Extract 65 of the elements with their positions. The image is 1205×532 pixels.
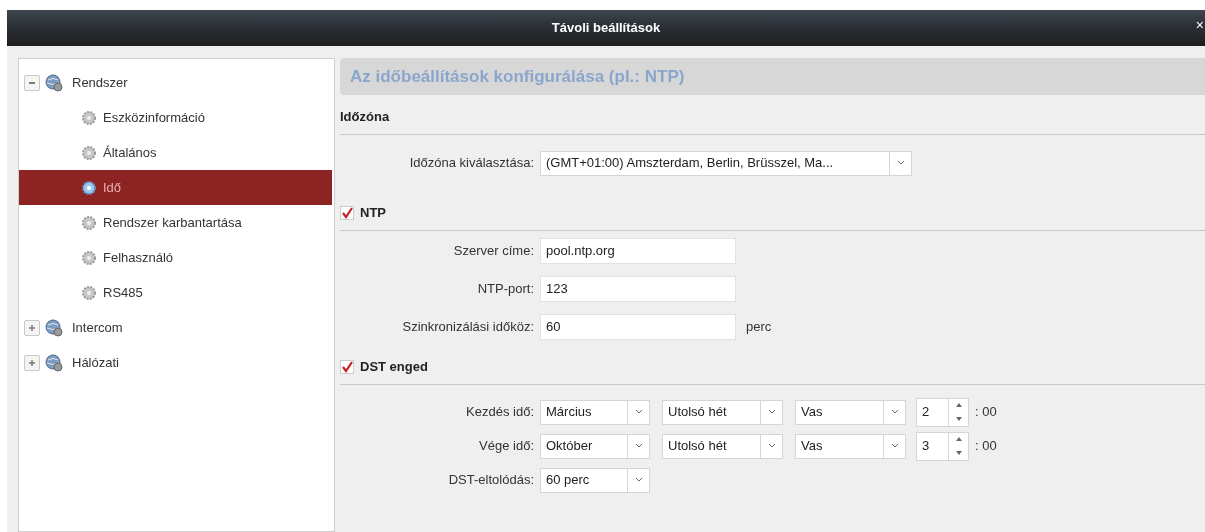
close-button[interactable]: ×: [1194, 18, 1205, 32]
section-title: Időzóna: [340, 107, 390, 126]
offset-dropdown[interactable]: 60 perc: [540, 467, 650, 493]
week-dropdown[interactable]: Utolsó hét: [662, 433, 783, 459]
day-dropdown[interactable]: Vas: [795, 399, 906, 425]
week-dropdown[interactable]: Utolsó hét: [662, 399, 783, 425]
section-title: DST enged: [360, 357, 428, 376]
tree-label: Felhasználó: [103, 248, 174, 267]
gear-icon: [81, 109, 97, 126]
collapse-icon[interactable]: [24, 74, 40, 91]
input-field[interactable]: pool.ntp.org: [540, 238, 736, 264]
field-label: NTP-port:: [476, 280, 535, 299]
minutes-label: : 00: [975, 437, 997, 456]
gear-icon: [81, 284, 97, 301]
chevron-down-icon: [896, 160, 905, 166]
globe-icon: [45, 318, 63, 337]
up-arrow-icon[interactable]: [955, 437, 962, 442]
hour-spinner[interactable]: 3: [916, 431, 969, 461]
checkbox[interactable]: [340, 205, 354, 220]
expand-icon[interactable]: [24, 319, 40, 336]
gear-icon: [81, 214, 97, 231]
gear-icon: [81, 249, 97, 266]
chevron-down-icon: [890, 443, 899, 449]
tree-item-highlight[interactable]: Idő: [19, 170, 332, 205]
tree-label: Eszközinformáció: [103, 108, 205, 127]
timezone-dropdown[interactable]: (GMT+01:00) Amszterdam, Berlin, Brüsszel, Ma...: [540, 150, 912, 176]
input-field[interactable]: 123: [540, 276, 736, 302]
chevron-down-icon: [767, 409, 776, 415]
chevron-down-icon: [634, 409, 643, 415]
globe-icon: [45, 353, 63, 372]
window-title: Távoli beállítások: [551, 19, 661, 38]
field-label: Szinkronizálási időköz:: [401, 318, 535, 337]
chevron-down-icon: [767, 443, 776, 449]
tree-label: RS485: [103, 283, 143, 302]
chevron-down-icon: [634, 443, 643, 449]
minutes-label: : 00: [975, 403, 997, 422]
field-label: Időzóna kiválasztása:: [408, 154, 535, 173]
tree-label: Idő: [103, 178, 122, 197]
field-label: DST-eltolódás:: [447, 471, 535, 490]
chevron-down-icon: [890, 409, 899, 415]
up-arrow-icon[interactable]: [955, 403, 962, 408]
tree-label: Általános: [103, 143, 157, 162]
gear-icon: [81, 179, 97, 196]
globe-icon: [45, 73, 63, 92]
tree-label: Rendszer: [72, 73, 128, 92]
tree-label: Rendszer karbantartása: [103, 213, 242, 232]
down-arrow-icon[interactable]: [955, 450, 962, 455]
tree-label: Intercom: [72, 318, 123, 337]
expand-icon[interactable]: [24, 354, 40, 371]
section-heading: Az időbeállítások konfigurálása (pl.: NTP): [350, 65, 685, 88]
field-label: Vége idő:: [478, 437, 535, 456]
section-title: NTP: [360, 203, 386, 222]
gear-icon: [81, 144, 97, 161]
field-label: Szerver címe:: [452, 242, 535, 261]
input-field[interactable]: 60: [540, 314, 736, 340]
field-label: Kezdés idő:: [465, 403, 535, 422]
down-arrow-icon[interactable]: [955, 416, 962, 421]
chevron-down-icon: [634, 477, 643, 483]
month-dropdown[interactable]: Október: [540, 433, 650, 459]
day-dropdown[interactable]: Vas: [795, 433, 906, 459]
month-dropdown[interactable]: Március: [540, 399, 650, 425]
hour-spinner[interactable]: 2: [916, 397, 969, 427]
checkbox[interactable]: [340, 359, 354, 374]
tree-label: Hálózati: [72, 353, 119, 372]
unit-label: perc: [746, 318, 772, 337]
